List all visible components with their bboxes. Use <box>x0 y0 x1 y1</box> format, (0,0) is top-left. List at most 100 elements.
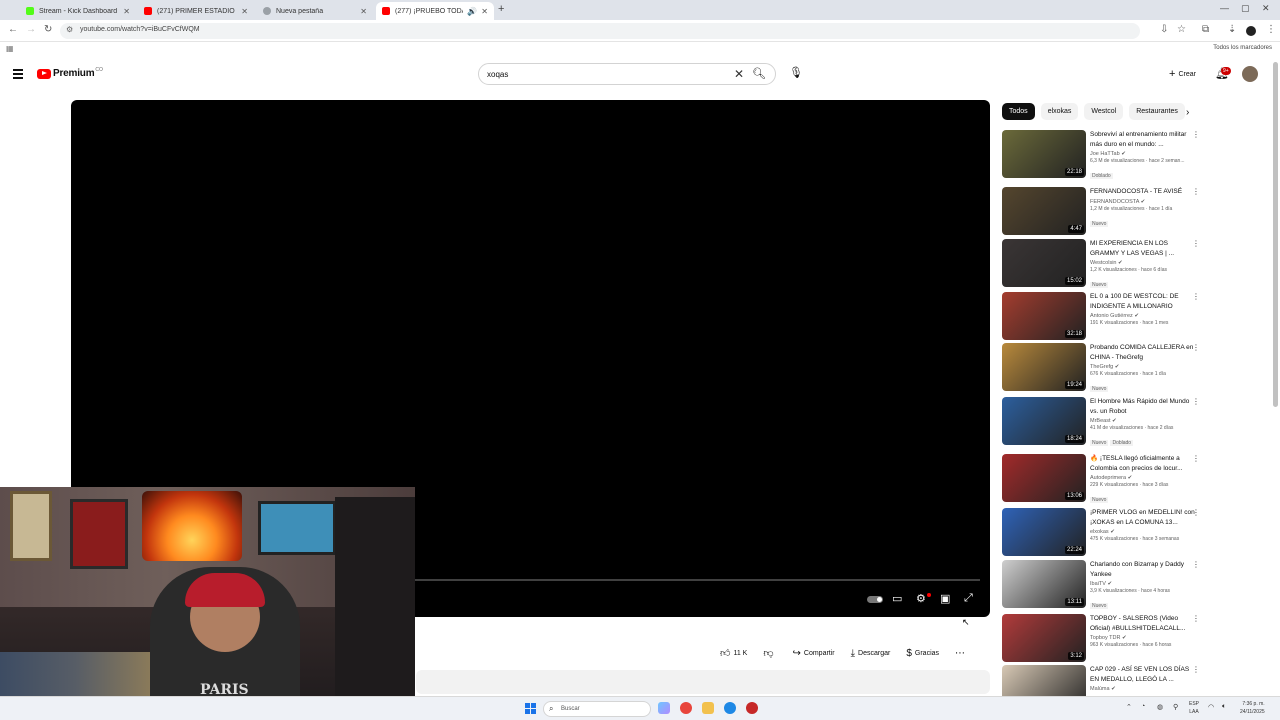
recommendation-title[interactable]: EL 0 a 100 DE WESTCOL: DE INDIGENTE A MI… <box>1090 292 1195 311</box>
miniplayer-icon[interactable]: ▣ <box>940 592 950 605</box>
recommendation-item[interactable]: 18:24 El Hombre Más Rápido del Mundo vs. … <box>1002 397 1202 447</box>
more-options-icon[interactable]: ⋮ <box>1192 560 1200 569</box>
chip-westcol[interactable]: Westcol <box>1084 103 1124 120</box>
like-button[interactable]: 👍︎ 11 K <box>720 647 747 659</box>
chrome-icon[interactable] <box>680 702 692 714</box>
recommendation-title[interactable]: El Hombre Más Rápido del Mundo vs. un Ro… <box>1090 397 1195 416</box>
more-options-icon[interactable]: ⋮ <box>1192 508 1200 517</box>
clear-search-icon[interactable]: ✕ <box>734 67 744 81</box>
video-progress-bar[interactable] <box>415 579 980 581</box>
obs-icon[interactable] <box>746 702 758 714</box>
recommendation-title[interactable]: Sobreviví al entrenamiento militar más d… <box>1090 130 1195 149</box>
back-icon[interactable]: ← <box>8 24 18 35</box>
recommendation-title[interactable]: ¡PRIMER VLOG en MEDELLIN! con ¡XOKAS en … <box>1090 508 1195 527</box>
volume-icon[interactable]: 🔈︎ <box>1222 703 1226 711</box>
recommendation-channel[interactable]: IbaiTV ✔ <box>1090 581 1195 587</box>
more-options-icon[interactable]: ⋮ <box>1192 343 1200 352</box>
more-options-icon[interactable]: ⋮ <box>1192 397 1200 406</box>
video-thumbnail[interactable]: 15:02 <box>1002 239 1086 287</box>
browser-tab-new[interactable]: Nueva pestaña ✕ <box>257 2 373 20</box>
minimize-icon[interactable]: — <box>1220 3 1229 13</box>
menu-hamburger-icon[interactable] <box>13 69 23 81</box>
bookmark-star-icon[interactable]: ☆ <box>1177 24 1186 35</box>
video-thumbnail[interactable]: 4:47 <box>1002 187 1086 235</box>
gear-icon[interactable]: ⚙ <box>916 592 926 605</box>
reload-icon[interactable]: ↻ <box>44 24 52 35</box>
recommendation-title[interactable]: CAP 029 - ASÍ SE VEN LOS DÍAS EN MEDALLO… <box>1090 665 1195 684</box>
recommendation-item[interactable]: 32:18 EL 0 a 100 DE WESTCOL: DE INDIGENTE… <box>1002 292 1202 342</box>
profile-avatar[interactable] <box>1246 26 1256 36</box>
browser-tab-kick[interactable]: Stream - Kick Dashboard ✕ <box>20 2 136 20</box>
chip-todos[interactable]: Todos <box>1002 103 1035 120</box>
video-thumbnail[interactable]: 13:06 <box>1002 454 1086 502</box>
video-thumbnail[interactable]: 22:18 <box>1002 130 1086 178</box>
recommendation-item[interactable]: 3:12 TOPBOY - SALSEROS (Video Oficial) #B… <box>1002 614 1202 664</box>
recommendation-title[interactable]: TOPBOY - SALSEROS (Video Oficial) #BULLS… <box>1090 614 1195 633</box>
more-actions-icon[interactable]: ⋯ <box>955 648 968 659</box>
recommendation-channel[interactable]: FERNANDOCOSTA ✔ <box>1090 199 1195 205</box>
windows-start-icon[interactable] <box>525 703 536 714</box>
close-tab-icon[interactable]: ✕ <box>123 7 130 16</box>
page-scrollbar[interactable] <box>1273 62 1278 407</box>
new-tab-icon[interactable]: + <box>498 3 504 15</box>
dislike-button[interactable]: 👎︎ <box>763 647 776 659</box>
recommendation-item[interactable]: 13:11 Charlando con Bizarrap y Daddy Yank… <box>1002 560 1202 610</box>
recommendation-channel[interactable]: Autodeprimera ✔ <box>1090 475 1195 481</box>
microphone-icon[interactable]: 🎙︎ <box>789 66 803 79</box>
recommendation-title[interactable]: Probando COMIDA CALLEJERA en CHINA - The… <box>1090 343 1195 362</box>
apps-grid-icon[interactable]: ▦ <box>6 44 14 53</box>
recommendation-item[interactable]: 19:24 Probando COMIDA CALLEJERA en CHINA … <box>1002 343 1202 393</box>
install-icon[interactable]: ⇩ <box>1160 24 1168 35</box>
browser-menu-icon[interactable]: ⋮ <box>1266 24 1276 35</box>
chevron-right-icon[interactable]: › <box>1186 107 1189 118</box>
thanks-button[interactable]: $ Gracias <box>906 648 939 659</box>
all-bookmarks-link[interactable]: Todos los marcadores <box>1213 45 1272 51</box>
copilot-icon[interactable] <box>658 702 670 714</box>
more-options-icon[interactable]: ⋮ <box>1192 614 1200 623</box>
fullscreen-icon[interactable]: ⤢ <box>964 592 973 605</box>
chip-restaurantes[interactable]: Restaurantes <box>1129 103 1185 120</box>
close-tab-icon[interactable]: ✕ <box>481 7 488 16</box>
maximize-icon[interactable]: ▢ <box>1241 3 1250 14</box>
video-thumbnail[interactable]: 3:12 <box>1002 614 1086 662</box>
downloads-icon[interactable]: ⇣ <box>1228 24 1236 35</box>
video-thumbnail[interactable]: 13:11 <box>1002 560 1086 608</box>
video-thumbnail[interactable]: 18:24 <box>1002 397 1086 445</box>
browser-tab-youtube-1[interactable]: (271) PRIMER ESTADIO DE WEST ✕ <box>138 2 254 20</box>
wifi-icon[interactable]: ◠ <box>1208 703 1214 711</box>
create-button[interactable]: + Crear <box>1163 64 1202 84</box>
recommendation-item[interactable]: 4:47 FERNANDOCOSTA - TE AVISÉ FERNANDOCOST… <box>1002 187 1202 237</box>
url-field[interactable]: ⚙ youtube.com/watch?v=iBuCFvCfWQM <box>60 23 1140 39</box>
search-icon[interactable]: 🔍︎ <box>752 67 766 80</box>
recommendation-channel[interactable]: TheGrefg ✔ <box>1090 364 1195 370</box>
taskbar-search[interactable]: ⌕ Buscar <box>543 701 651 717</box>
recommendation-title[interactable]: FERNANDOCOSTA - TE AVISÉ <box>1090 187 1195 197</box>
download-button[interactable]: ⤓ Descargar <box>851 648 891 659</box>
recommendation-channel[interactable]: elxokas ✔ <box>1090 529 1195 535</box>
video-thumbnail[interactable]: 22:24 <box>1002 508 1086 556</box>
search-input[interactable]: xoqas <box>487 70 508 79</box>
system-clock[interactable]: 7:36 p. m. 24/11/2025 <box>1240 700 1265 716</box>
recommendation-title[interactable]: 🔥 ¡TESLA llegó oficialmente a Colombia c… <box>1090 454 1195 473</box>
forward-icon[interactable]: → <box>26 24 36 35</box>
subtitles-icon[interactable]: ▭ <box>892 592 902 605</box>
video-thumbnail[interactable]: 19:24 <box>1002 343 1086 391</box>
recommendation-item[interactable]: 13:06 🔥 ¡TESLA llegó oficialmente a Colom… <box>1002 454 1202 504</box>
recommendation-item[interactable]: 15:02 MI EXPERIENCIA EN LOS GRAMMY Y LAS … <box>1002 239 1202 289</box>
account-avatar[interactable] <box>1242 66 1258 82</box>
more-options-icon[interactable]: ⋮ <box>1192 187 1200 196</box>
language-indicator[interactable]: ESP LAA <box>1189 700 1199 716</box>
recommendation-item[interactable]: 22:18 Sobreviví al entrenamiento militar … <box>1002 130 1202 180</box>
recommendation-channel[interactable]: Joe HaTTab ✔ <box>1090 151 1195 157</box>
browser-tab-youtube-active[interactable]: (277) ¡PRUEBO TODAS las B 🔊 ✕ <box>376 2 494 20</box>
more-options-icon[interactable]: ⋮ <box>1192 454 1200 463</box>
extensions-icon[interactable]: ⧉ <box>1202 24 1209 35</box>
recommendation-title[interactable]: Charlando con Bizarrap y Daddy Yankee <box>1090 560 1195 579</box>
more-options-icon[interactable]: ⋮ <box>1192 665 1200 674</box>
recommendation-channel[interactable]: Malúma ✔ <box>1090 686 1195 692</box>
search-box[interactable]: xoqas ✕ 🔍︎ <box>478 63 776 85</box>
tray-overflow-icon[interactable]: ⌃ <box>1126 703 1132 711</box>
autoplay-toggle[interactable] <box>867 596 883 603</box>
site-info-icon[interactable]: ⚙ <box>66 25 73 34</box>
close-window-icon[interactable]: ✕ <box>1262 3 1270 14</box>
